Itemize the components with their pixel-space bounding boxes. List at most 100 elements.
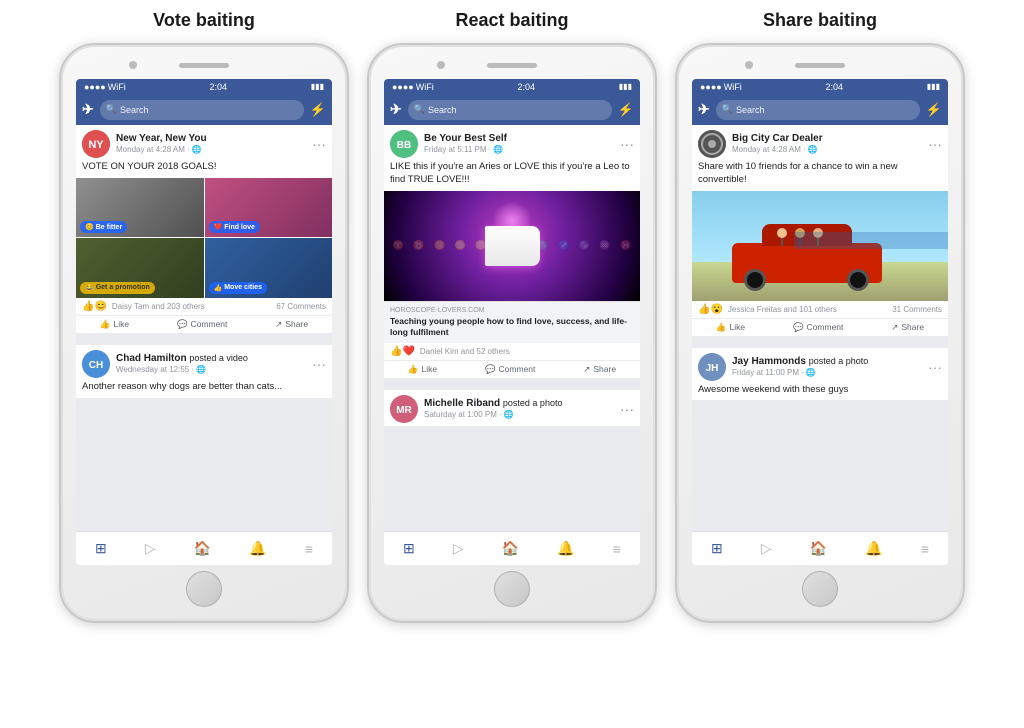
phone1-home-button[interactable] bbox=[186, 571, 222, 607]
post1-action-row: 👍 Like 💬 Comment ↗ Share bbox=[76, 316, 332, 333]
car-wheel-right bbox=[847, 269, 869, 291]
signal-icon: ●●●● bbox=[84, 82, 106, 92]
fb-logo-icon2: ✈ bbox=[390, 101, 402, 118]
p2-post2-header: MR Michelle Riband posted a photo Saturd… bbox=[384, 390, 640, 426]
phone3-notch bbox=[685, 59, 955, 75]
p3-like-button[interactable]: 👍 Like bbox=[716, 322, 745, 333]
phone2-column: React baiting ●●●● WiFi 2:04 ▮▮▮ bbox=[367, 10, 657, 623]
p2-post1-author: Be Your Best Self bbox=[424, 133, 614, 145]
messenger-icon[interactable]: ⚡ bbox=[310, 102, 326, 118]
phone1-search-bar[interactable]: 🔍 Search bbox=[100, 100, 304, 120]
horoscope-book bbox=[485, 226, 540, 266]
post2-header: CH Chad Hamilton posted a video Wednesda… bbox=[76, 345, 332, 381]
p3-post2-text: Awesome weekend with these guys bbox=[692, 384, 948, 401]
vote-baiting-title: Vote baiting bbox=[153, 10, 255, 31]
p3-post2-header: JH Jay Hammonds posted a photo Friday at… bbox=[692, 348, 948, 384]
svg-text:NY: NY bbox=[88, 139, 104, 151]
p3-post1-more[interactable]: ··· bbox=[928, 136, 942, 152]
phone3-search-bar[interactable]: 🔍 Search bbox=[716, 100, 920, 120]
vote-cell-br: 👍 Move cities bbox=[205, 238, 333, 298]
nav3-home-icon[interactable]: ⊞ bbox=[711, 540, 723, 557]
nav-menu-icon[interactable]: ≡ bbox=[305, 541, 313, 557]
status-right: ▮▮▮ bbox=[311, 82, 324, 91]
p3-post2-avatar: JH bbox=[698, 353, 726, 381]
nav2-home-icon[interactable]: ⊞ bbox=[403, 540, 415, 557]
search-icon3: 🔍 bbox=[722, 104, 733, 115]
phone3-home-button[interactable] bbox=[802, 571, 838, 607]
phone2-search-bar[interactable]: 🔍 Search bbox=[408, 100, 612, 120]
phone3-bottom-nav: ⊞ ▷ 🏠 🔔 ≡ bbox=[692, 531, 948, 565]
phone2-frame: ●●●● WiFi 2:04 ▮▮▮ ✈ 🔍 Search bbox=[367, 43, 657, 623]
p3-comment-button[interactable]: 💬 Comment bbox=[793, 322, 843, 333]
messenger-icon2[interactable]: ⚡ bbox=[618, 102, 634, 118]
post1-more[interactable]: ··· bbox=[312, 136, 326, 152]
search-icon2: 🔍 bbox=[414, 104, 425, 115]
status-time2: 2:04 bbox=[518, 82, 536, 92]
phone3-column: Share baiting ●●●● WiFi 2:04 ▮▮▮ bbox=[675, 10, 965, 623]
nav3-menu-icon[interactable]: ≡ bbox=[921, 541, 929, 557]
phone1-fb-nav: ✈ 🔍 Search ⚡ bbox=[76, 95, 332, 125]
post2-time: Wednesday at 12:55 · 🌐 bbox=[116, 365, 306, 374]
p2-comment-button[interactable]: 💬 Comment bbox=[485, 364, 535, 375]
wifi-text: WiFi bbox=[416, 82, 434, 92]
p3-comment-count: 31 Comments bbox=[892, 305, 942, 314]
phone1-feed: NY New Year, New You Monday at 4:28 AM ·… bbox=[76, 125, 332, 531]
svg-text:MR: MR bbox=[396, 405, 412, 416]
phone2-bottom-nav: ⊞ ▷ 🏠 🔔 ≡ bbox=[384, 531, 640, 565]
p2-feed-divider bbox=[384, 382, 640, 386]
comment-button[interactable]: 💬 Comment bbox=[177, 319, 227, 330]
nav-home-icon[interactable]: ⊞ bbox=[95, 540, 107, 557]
p2-share-button[interactable]: ↗ Share bbox=[583, 364, 616, 375]
p3-post1-header: Big City Car Dealer Monday at 4:28 AM · … bbox=[692, 125, 948, 161]
p3-post1-author: Big City Car Dealer bbox=[732, 133, 922, 145]
p2-post1-text: LIKE this if you're an Aries or LOVE thi… bbox=[384, 161, 640, 191]
p2-post2-more[interactable]: ··· bbox=[620, 401, 634, 417]
like-icon3: 👍 bbox=[716, 322, 727, 333]
phone1-post2: CH Chad Hamilton posted a video Wednesda… bbox=[76, 345, 332, 398]
p2-like-button[interactable]: 👍 Like bbox=[408, 364, 437, 375]
link-title: Teaching young people how to find love, … bbox=[390, 316, 634, 338]
messenger-icon3[interactable]: ⚡ bbox=[926, 102, 942, 118]
vote-cell-tl: 😊 Be fitter bbox=[76, 178, 204, 238]
nav2-notifications-icon[interactable]: 🔔 bbox=[557, 540, 574, 557]
link-preview: HOROSCOPE-LOVERS.COM Teaching young peop… bbox=[384, 301, 640, 343]
p3-post2-more[interactable]: ··· bbox=[928, 359, 942, 375]
post1-reactions-row: 👍😊 Daisy Tam and 203 others 67 Comments bbox=[76, 298, 332, 316]
nav-video-icon[interactable]: ▷ bbox=[145, 540, 156, 557]
p2-post1-time: Friday at 5:11 PM · 🌐 bbox=[424, 145, 614, 154]
p3-post1-avatar bbox=[698, 130, 726, 158]
p3-share-button[interactable]: ↗ Share bbox=[891, 322, 924, 333]
reactions-left: 👍😊 Daisy Tam and 203 others bbox=[82, 301, 205, 312]
phone3-frame: ●●●● WiFi 2:04 ▮▮▮ ✈ 🔍 Search bbox=[675, 43, 965, 623]
nav3-notifications-icon[interactable]: 🔔 bbox=[865, 540, 882, 557]
nav-notifications-icon[interactable]: 🔔 bbox=[249, 540, 266, 557]
phone1-frame: ●●●● WiFi 2:04 ▮▮▮ ✈ 🔍 Search bbox=[59, 43, 349, 623]
signal-dots: ●●●● bbox=[392, 82, 414, 92]
phone2-post2: MR Michelle Riband posted a photo Saturd… bbox=[384, 390, 640, 426]
p3-action-row: 👍 Like 💬 Comment ↗ Share bbox=[692, 319, 948, 336]
like-button[interactable]: 👍 Like bbox=[100, 319, 129, 330]
nav-marketplace-icon[interactable]: 🏠 bbox=[194, 540, 211, 557]
nav3-marketplace-icon[interactable]: 🏠 bbox=[810, 540, 827, 557]
nav2-menu-icon[interactable]: ≡ bbox=[613, 541, 621, 557]
p2-post1-more[interactable]: ··· bbox=[620, 136, 634, 152]
p3-reaction-icons: 👍😮 bbox=[698, 304, 723, 315]
post1-time: Monday at 4:28 AM · 🌐 bbox=[116, 145, 306, 154]
vote-label-br: 👍 Move cities bbox=[209, 282, 267, 294]
phone3-post1: Big City Car Dealer Monday at 4:28 AM · … bbox=[692, 125, 948, 336]
svg-text:BB: BB bbox=[397, 140, 411, 151]
horoscope-image: ♈♉♊ ♋♌♍ ♎♏♐ ♑♒♓ bbox=[384, 191, 640, 301]
phone1-screen: ●●●● WiFi 2:04 ▮▮▮ ✈ 🔍 Search bbox=[76, 79, 332, 565]
phone2-speaker bbox=[487, 63, 537, 68]
phone2-home-button[interactable] bbox=[494, 571, 530, 607]
status-left: ●●●● WiFi bbox=[84, 82, 126, 92]
share-button[interactable]: ↗ Share bbox=[275, 319, 308, 330]
nav2-marketplace-icon[interactable]: 🏠 bbox=[502, 540, 519, 557]
nav2-video-icon[interactable]: ▷ bbox=[453, 540, 464, 557]
p3-post1-time: Monday at 4:28 AM · 🌐 bbox=[732, 145, 922, 154]
post2-more[interactable]: ··· bbox=[312, 356, 326, 372]
nav3-video-icon[interactable]: ▷ bbox=[761, 540, 772, 557]
p2-post2-time: Saturday at 1:00 PM · 🌐 bbox=[424, 410, 614, 419]
battery-icon: ▮▮▮ bbox=[311, 82, 324, 91]
phone2-notch bbox=[377, 59, 647, 75]
